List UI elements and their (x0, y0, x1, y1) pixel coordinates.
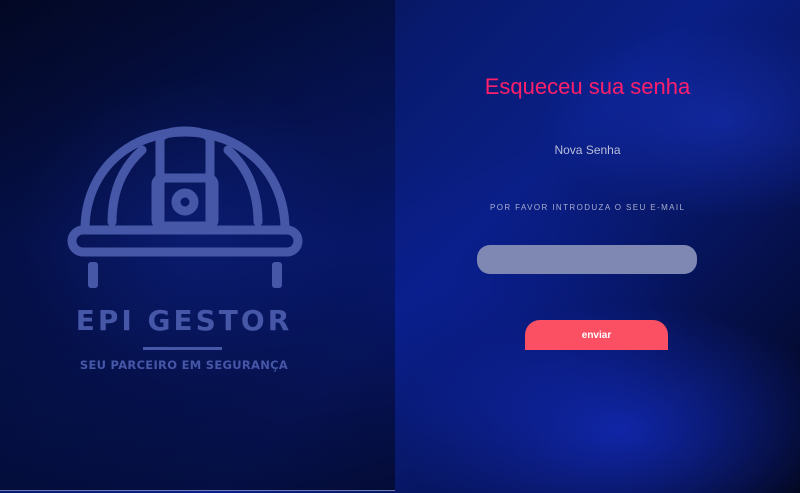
brand-name: EPI GESTOR (75, 304, 293, 337)
brand-divider (143, 347, 222, 350)
hard-hat-icon (67, 126, 303, 288)
panel-bottom-line (0, 490, 395, 491)
submit-button[interactable]: enviar (525, 320, 668, 350)
reset-form-panel: Esqueceu sua senha Nova Senha POR FAVOR … (395, 0, 800, 493)
email-label: POR FAVOR INTRODUZA O SEU E-MAIL (490, 203, 686, 212)
brand-slogan: SEU PARCEIRO EM SEGURANÇA (79, 358, 289, 372)
forgot-password-page: EPI GESTOR SEU PARCEIRO EM SEGURANÇA Esq… (0, 0, 800, 493)
email-input[interactable] (477, 245, 697, 274)
page-title: Esqueceu sua senha (484, 74, 691, 99)
brand-panel: EPI GESTOR SEU PARCEIRO EM SEGURANÇA (0, 0, 395, 490)
form-subtitle: Nova Senha (554, 143, 621, 157)
